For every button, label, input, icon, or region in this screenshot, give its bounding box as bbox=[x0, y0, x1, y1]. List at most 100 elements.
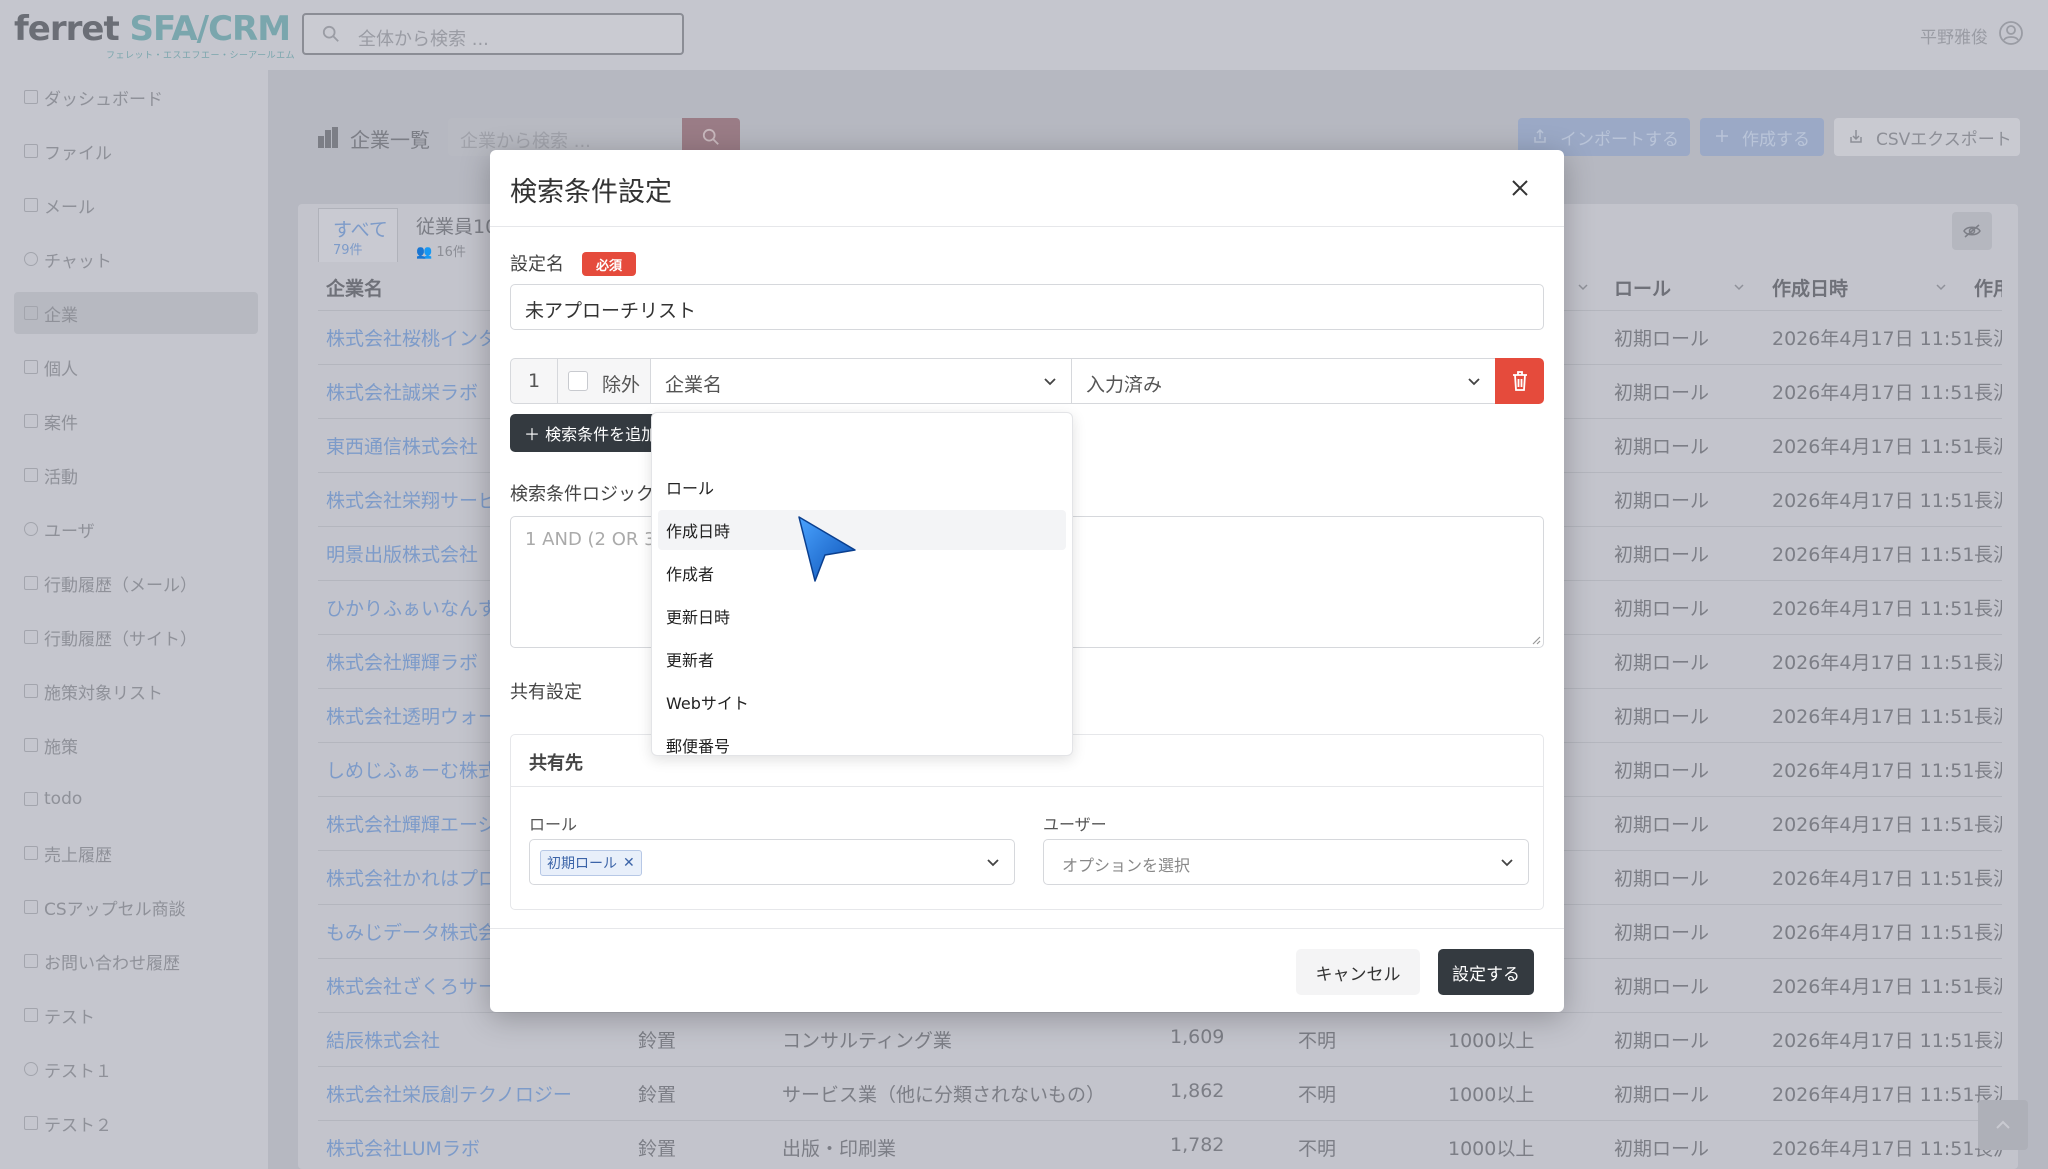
tab-employees[interactable]: 従業員10 👥 16件 bbox=[416, 212, 497, 260]
column-header-created[interactable]: 作成日時 bbox=[1772, 274, 1848, 301]
exclude-checkbox[interactable] bbox=[568, 371, 588, 391]
close-button[interactable] bbox=[1502, 170, 1538, 206]
company-name-link[interactable]: 株式会社LUMラボ bbox=[326, 1134, 480, 1161]
sort-chevron-icon[interactable] bbox=[1734, 282, 1744, 292]
creator-cell: 長沢 bbox=[1974, 922, 2002, 944]
database-icon bbox=[24, 792, 38, 806]
upload-icon bbox=[1534, 128, 1546, 143]
user-select[interactable]: オプションを選択 bbox=[1043, 839, 1529, 885]
company-name-link[interactable]: 東西通信株式会社 bbox=[326, 432, 478, 459]
csv-export-button[interactable]: CSVエクスポート bbox=[1834, 118, 2020, 156]
prefecture-cell: 鈴置 bbox=[638, 1138, 677, 1160]
industry-cell: サービス業（他に分類されないもの） bbox=[782, 1084, 1106, 1106]
company-name-link[interactable]: 株式会社輝輝ラボ bbox=[326, 648, 478, 675]
user-avatar-icon[interactable] bbox=[1998, 20, 2024, 46]
sidebar-item-campaigns[interactable]: 施策 bbox=[14, 724, 258, 766]
role-cell: 初期ロール bbox=[1614, 922, 1710, 944]
sidebar-item-chat[interactable]: チャット bbox=[14, 238, 258, 280]
global-search-input[interactable]: 全体から検索 ... bbox=[302, 13, 684, 55]
created-cell: 2026年4月17日 11:51 bbox=[1772, 1138, 1975, 1160]
create-button[interactable]: 作成する bbox=[1700, 118, 1824, 156]
sidebar-item-site-history[interactable]: 行動履歴（サイト） bbox=[14, 616, 258, 658]
sidebar-item-target-list[interactable]: 施策対象リスト bbox=[14, 670, 258, 712]
user-label: ユーザー bbox=[1043, 815, 1107, 834]
sidebar-item-mail[interactable]: メール bbox=[14, 184, 258, 226]
chevron-down-icon bbox=[1468, 378, 1480, 386]
setting-name-input[interactable]: 未アプローチリスト bbox=[510, 284, 1544, 330]
tab-all[interactable]: すべて 79件 bbox=[318, 208, 398, 262]
sort-chevron-icon[interactable] bbox=[1578, 282, 1588, 292]
company-name-link[interactable]: もみじデータ株式会 bbox=[326, 918, 497, 945]
company-name-link[interactable]: 株式会社かれはプロ bbox=[326, 864, 497, 891]
company-name-link[interactable]: 株式会社輝輝エージ bbox=[326, 810, 497, 837]
dropdown-option-updater[interactable]: 更新者 bbox=[652, 639, 1072, 679]
dropdown-option-empty[interactable] bbox=[652, 425, 1072, 465]
sidebar-item-deals[interactable]: 案件 bbox=[14, 400, 258, 442]
sidebar-item-inquiries[interactable]: お問い合わせ履歴 bbox=[14, 940, 258, 982]
sidebar-item-test[interactable]: テスト bbox=[14, 994, 258, 1036]
sidebar-item-todo[interactable]: todo bbox=[14, 778, 258, 820]
sidebar-item-test2[interactable]: テスト２ bbox=[14, 1102, 258, 1144]
chevron-down-icon bbox=[1044, 378, 1056, 386]
user-name[interactable]: 平野雅俊 bbox=[1920, 23, 1988, 48]
scroll-top-button[interactable] bbox=[1978, 1100, 2028, 1150]
database-icon bbox=[24, 954, 38, 968]
sidebar-item-users[interactable]: ユーザ bbox=[14, 508, 258, 550]
role-cell: 初期ロール bbox=[1614, 490, 1710, 512]
column-header-company-name[interactable]: 企業名 bbox=[326, 274, 383, 301]
company-name-link[interactable]: ひかりふぁいなんす bbox=[326, 594, 497, 621]
company-name-link[interactable]: 株式会社透明ウォー bbox=[326, 702, 497, 729]
sidebar-item-files[interactable]: ファイル bbox=[14, 130, 258, 172]
company-name-link[interactable]: しめじふぁーむ株式 bbox=[326, 756, 497, 783]
company-name-link[interactable]: 明景出版株式会社 bbox=[326, 540, 478, 567]
dropdown-option-postal-code[interactable]: 郵便番号 bbox=[652, 725, 1072, 755]
company-name-link[interactable]: 株式会社誠栄ラボ bbox=[326, 378, 478, 405]
dropdown-option-website[interactable]: Webサイト bbox=[652, 682, 1072, 722]
hide-columns-button[interactable] bbox=[1952, 212, 1992, 250]
sidebar-item-sales-history[interactable]: 売上履歴 bbox=[14, 832, 258, 874]
dropdown-option-role[interactable]: ロール bbox=[652, 467, 1072, 507]
role-label: ロール bbox=[529, 815, 578, 834]
database-icon bbox=[24, 630, 38, 644]
condition-operator-select[interactable]: 入力済み bbox=[1071, 358, 1496, 404]
share-settings-label: 共有設定 bbox=[510, 682, 582, 703]
sidebar-item-mail-history[interactable]: 行動履歴（メール） bbox=[14, 562, 258, 604]
dropdown-option-created-at[interactable]: 作成日時 bbox=[658, 510, 1066, 550]
prefecture-cell: 鈴置 bbox=[638, 1084, 677, 1106]
dropdown-option-creator[interactable]: 作成者 bbox=[652, 553, 1072, 593]
sidebar-item-cs-upsell[interactable]: CSアップセル商談 bbox=[14, 886, 258, 928]
exclude-toggle[interactable]: 除外 bbox=[557, 358, 651, 404]
company-name-link[interactable]: 株式会社栄辰創テクノロジー bbox=[326, 1080, 572, 1107]
cancel-button[interactable]: キャンセル bbox=[1296, 949, 1420, 995]
sidebar-item-dashboard[interactable]: ダッシュボード bbox=[14, 76, 258, 118]
role-select[interactable]: 初期ロール ✕ bbox=[529, 839, 1015, 885]
column-header-role[interactable]: ロール bbox=[1614, 274, 1671, 301]
add-condition-button[interactable]: ＋ 検索条件を追加 bbox=[510, 414, 660, 452]
submit-button[interactable]: 設定する bbox=[1438, 949, 1534, 995]
users-icon bbox=[24, 360, 38, 374]
sort-chevron-icon[interactable] bbox=[1936, 282, 1946, 292]
database-icon bbox=[24, 900, 38, 914]
role-cell: 初期ロール bbox=[1614, 598, 1710, 620]
company-name-link[interactable]: 結辰株式会社 bbox=[326, 1026, 440, 1053]
company-name-link[interactable]: 株式会社桜桃インタ bbox=[326, 324, 497, 351]
created-cell: 2026年4月17日 11:51 bbox=[1772, 922, 1975, 944]
database-icon bbox=[24, 684, 38, 698]
creator-cell: 長沢 bbox=[1974, 652, 2002, 674]
delete-condition-button[interactable] bbox=[1495, 358, 1544, 404]
sidebar-item-test1[interactable]: テスト１ bbox=[14, 1048, 258, 1090]
column-header-creator[interactable]: 作用 bbox=[1974, 274, 2002, 301]
sidebar-item-people[interactable]: 個人 bbox=[14, 346, 258, 388]
remove-tag-icon[interactable]: ✕ bbox=[623, 855, 635, 871]
creator-cell: 長沢 bbox=[1974, 598, 2002, 620]
logo-text: ferret SFA/CRM bbox=[14, 9, 291, 49]
sidebar-item-activities[interactable]: 活動 bbox=[14, 454, 258, 496]
condition-field-select[interactable]: 企業名 bbox=[650, 358, 1072, 404]
dropdown-option-updated-at[interactable]: 更新日時 bbox=[652, 596, 1072, 636]
logic-label: 検索条件ロジック bbox=[510, 484, 654, 505]
sidebar-item-companies[interactable]: 企業 bbox=[14, 292, 258, 334]
resize-handle-icon[interactable] bbox=[1531, 635, 1541, 645]
company-name-link[interactable]: 株式会社栄翔サービ bbox=[326, 486, 497, 513]
company-name-link[interactable]: 株式会社ざくろサー bbox=[326, 972, 497, 999]
app-logo[interactable]: ferret SFA/CRM フェレット・エスエフエー・シーアールエム bbox=[14, 10, 295, 61]
